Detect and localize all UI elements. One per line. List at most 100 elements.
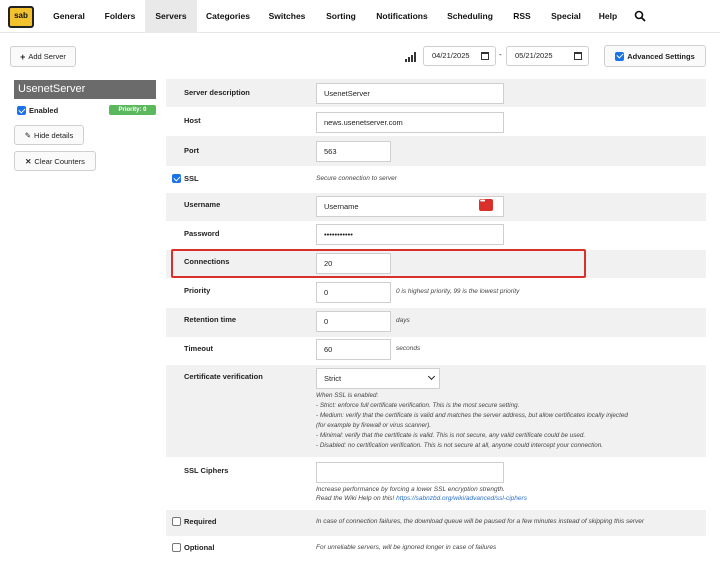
ssl-ciphers-label: SSL Ciphers — [184, 466, 229, 475]
nav-help[interactable]: Help — [592, 0, 624, 33]
date-from-input[interactable]: 04/21/2025 — [423, 46, 496, 66]
certificate-select-value: Strict — [324, 374, 342, 383]
server-name-header: UsenetServer — [14, 80, 156, 99]
row-username: Username Username — [166, 193, 706, 221]
port-input[interactable]: 563 — [316, 141, 391, 162]
signal-bars-icon — [405, 52, 416, 62]
row-host: Host news.usenetserver.com — [166, 107, 706, 135]
chevron-down-icon — [427, 372, 436, 381]
calendar-icon[interactable] — [574, 52, 582, 60]
enabled-label: Enabled — [29, 106, 59, 115]
certificate-help-line: - Strict: enforce full certificate verif… — [316, 402, 520, 409]
ssl-label: SSL — [184, 174, 199, 183]
certificate-help-line: - Disabled: no certification verificatio… — [316, 442, 604, 449]
ssl-ciphers-wiki-link[interactable]: https://sabnzbd.org/wiki/advanced/ssl-ci… — [396, 495, 527, 502]
priority-badge: Priority: 0 — [109, 105, 156, 115]
ssl-ciphers-help-line1: Increase performance by forcing a lower … — [316, 486, 505, 493]
hide-details-button[interactable]: ✎ Hide details — [14, 125, 84, 145]
retention-help: days — [396, 317, 410, 324]
ssl-ciphers-input[interactable] — [316, 462, 504, 483]
plus-icon: + — [20, 51, 26, 62]
host-input[interactable]: news.usenetserver.com — [316, 112, 504, 133]
nav-sorting[interactable]: Sorting — [318, 0, 364, 33]
enabled-toggle[interactable]: Enabled — [17, 106, 58, 115]
username-label: Username — [184, 200, 221, 209]
timeout-input[interactable]: 60 — [316, 339, 391, 360]
optional-toggle[interactable]: Optional — [172, 543, 214, 552]
row-port: Port 563 — [166, 136, 706, 166]
priority-help: 0 is highest priority, 99 is the lowest … — [396, 288, 520, 295]
ssl-toggle[interactable]: SSL — [172, 174, 199, 183]
nav-categories[interactable]: Categories — [198, 0, 258, 33]
description-input[interactable]: UsenetServer — [316, 83, 504, 104]
logo-text: sab — [14, 11, 28, 20]
certificate-label: Certificate verification — [184, 372, 263, 381]
clear-counters-button[interactable]: ✕ Clear Counters — [14, 151, 96, 171]
date-to-input[interactable]: 05/21/2025 — [506, 46, 589, 66]
password-input[interactable]: ••••••••••• — [316, 224, 504, 245]
nav-special[interactable]: Special — [544, 0, 588, 33]
add-server-button[interactable]: + Add Server — [10, 46, 76, 67]
ssl-help: Secure connection to server — [316, 175, 397, 182]
row-password: Password ••••••••••• — [166, 221, 706, 249]
top-nav: sab General Folders Servers Categories S… — [0, 0, 720, 33]
clear-counters-label: Clear Counters — [34, 156, 85, 166]
row-ssl-ciphers: SSL Ciphers Increase performance by forc… — [166, 457, 706, 510]
certificate-help-line: (for example by firewall or virus scanne… — [316, 422, 432, 429]
nav-rss[interactable]: RSS — [506, 0, 538, 33]
retention-label: Retention time — [184, 315, 237, 324]
hide-details-label: Hide details — [34, 130, 74, 140]
host-label: Host — [184, 116, 201, 125]
optional-help: For unreliable servers, will be ignored … — [316, 544, 497, 551]
ssl-ciphers-help-text: Read the Wiki Help on this! — [316, 495, 395, 502]
connections-highlight-box — [171, 249, 586, 278]
date-from-value: 04/21/2025 — [432, 51, 470, 60]
required-label: Required — [184, 517, 217, 526]
required-toggle[interactable]: Required — [172, 517, 217, 526]
certificate-select[interactable]: Strict — [316, 368, 440, 389]
certificate-help: When SSL is enabled: - Strict: enforce f… — [316, 391, 716, 451]
date-separator: - — [499, 50, 502, 59]
priority-input[interactable]: 0 — [316, 282, 391, 303]
nav-general[interactable]: General — [44, 0, 94, 33]
nav-notifications[interactable]: Notifications — [368, 0, 436, 33]
timeout-label: Timeout — [184, 344, 214, 353]
nav-switches[interactable]: Switches — [260, 0, 314, 33]
timeout-help: seconds — [396, 345, 421, 352]
row-description: Server description UsenetServer — [166, 79, 706, 107]
sabnzbd-logo[interactable]: sab — [6, 4, 36, 30]
description-label: Server description — [184, 88, 250, 97]
enabled-checkbox[interactable] — [17, 106, 26, 115]
row-ssl: SSL Secure connection to server — [166, 167, 706, 192]
username-input[interactable]: Username — [316, 196, 504, 217]
row-required: Required In case of connection failures,… — [166, 510, 706, 536]
retention-input[interactable]: 0 — [316, 311, 391, 332]
search-icon[interactable] — [634, 10, 646, 22]
row-timeout: Timeout 60 seconds — [166, 337, 706, 365]
certificate-help-line: - Medium: verify that the certificate is… — [316, 412, 628, 419]
certificate-help-line: When SSL is enabled: — [316, 392, 379, 399]
ssl-checkbox[interactable] — [172, 174, 181, 183]
date-to-value: 05/21/2025 — [515, 51, 553, 60]
nav-scheduling[interactable]: Scheduling — [440, 0, 500, 33]
nav-folders[interactable]: Folders — [96, 0, 144, 33]
calendar-icon[interactable] — [481, 52, 489, 60]
required-help: In case of connection failures, the down… — [316, 518, 645, 525]
row-priority: Priority 0 0 is highest priority, 99 is … — [166, 280, 706, 308]
password-manager-icon[interactable] — [479, 198, 493, 211]
port-label: Port — [184, 146, 199, 155]
add-server-label: Add Server — [28, 52, 66, 61]
close-icon: ✕ — [25, 156, 32, 166]
required-checkbox[interactable] — [172, 517, 181, 526]
advanced-settings-checkbox[interactable] — [615, 51, 625, 61]
row-retention: Retention time 0 days — [166, 308, 706, 337]
nav-servers[interactable]: Servers — [145, 0, 197, 33]
advanced-settings-toggle[interactable]: Advanced Settings — [604, 45, 706, 67]
certificate-help-line: - Minimal: verify that the certificate i… — [316, 432, 586, 439]
advanced-settings-label: Advanced Settings — [627, 51, 695, 61]
password-label: Password — [184, 229, 220, 238]
ssl-ciphers-help-line2: Read the Wiki Help on this! https://sabn… — [316, 495, 527, 502]
row-optional: Optional For unreliable servers, will be… — [166, 536, 706, 562]
optional-label: Optional — [184, 543, 215, 552]
optional-checkbox[interactable] — [172, 543, 181, 552]
